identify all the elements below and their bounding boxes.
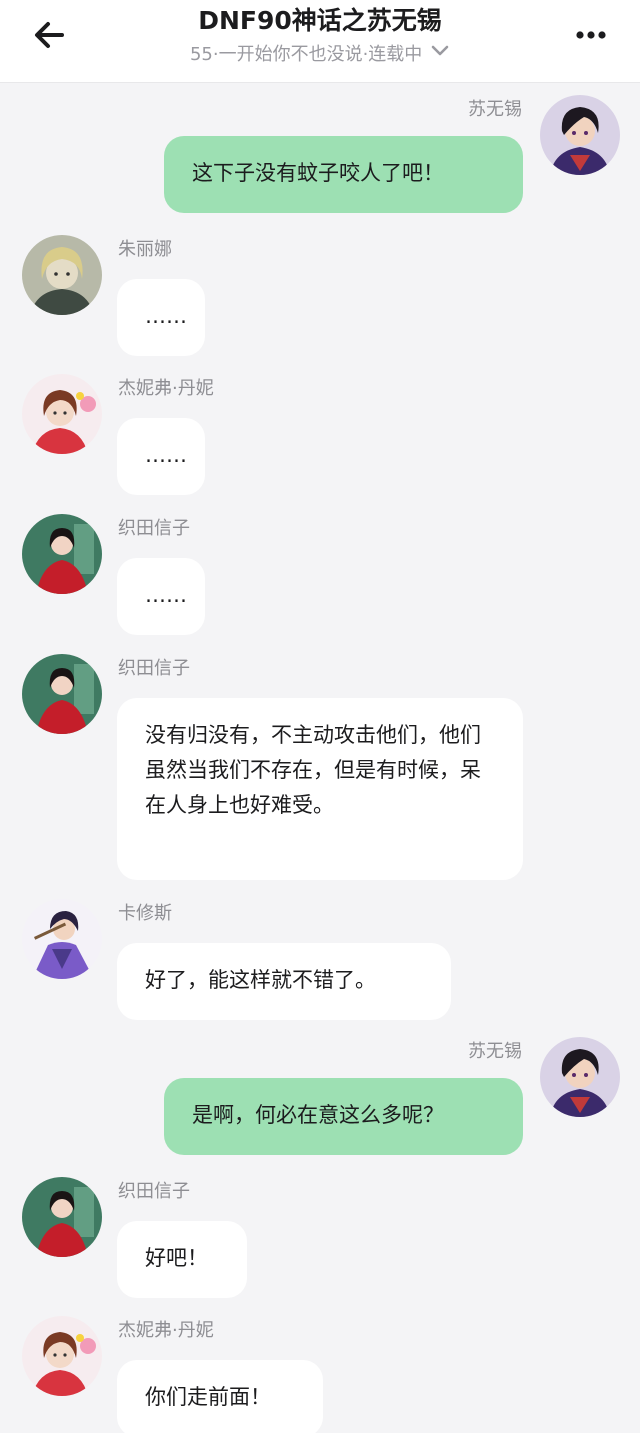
avatar-nobuko[interactable] xyxy=(22,1177,102,1257)
avatar-suwuxi[interactable] xyxy=(540,1037,620,1117)
message-item: 织田信子 没有归没有，不主动攻击他们，他们虽然当我们不存在，但是有时候，呆在人身… xyxy=(0,654,640,880)
avatar-zhulina[interactable] xyxy=(22,235,102,315)
message-bubble[interactable]: …… xyxy=(117,279,205,356)
message-bubble[interactable]: 是啊，何必在意这么多呢？ xyxy=(164,1078,523,1155)
message-item: 杰妮弗·丹妮 …… xyxy=(0,374,640,499)
more-dots-icon xyxy=(576,31,606,39)
sender-name: 织田信子 xyxy=(118,518,190,539)
message-bubble[interactable]: 没有归没有，不主动攻击他们，他们虽然当我们不存在，但是有时候，呆在人身上也好难受… xyxy=(117,698,523,880)
avatar-jennifer[interactable] xyxy=(22,374,102,454)
more-options-button[interactable] xyxy=(572,20,612,50)
message-bubble[interactable]: 好了，能这样就不错了。 xyxy=(117,943,451,1020)
message-item: 苏无锡 这下子没有蚊子咬人了吧！ xyxy=(0,83,640,223)
message-bubble[interactable]: 这下子没有蚊子咬人了吧！ xyxy=(164,136,523,213)
page-title: DNF90神话之苏无锡 xyxy=(198,6,442,35)
avatar-jennifer[interactable] xyxy=(22,1316,102,1396)
sender-name: 苏无锡 xyxy=(468,99,522,120)
top-bar: DNF90神话之苏无锡 55·一开始你不也没说·连载中 xyxy=(0,0,640,83)
sender-name: 杰妮弗·丹妮 xyxy=(118,378,214,399)
avatar-nobuko[interactable] xyxy=(22,654,102,734)
sender-name: 杰妮弗·丹妮 xyxy=(118,1320,214,1341)
message-item: 织田信子 …… xyxy=(0,514,640,639)
avatar-cassius[interactable] xyxy=(22,899,102,979)
message-bubble[interactable]: 好吧！ xyxy=(117,1221,247,1298)
chapter-selector[interactable]: 55·一开始你不也没说·连载中 xyxy=(0,42,640,68)
sender-name: 织田信子 xyxy=(118,658,190,679)
sender-name: 苏无锡 xyxy=(468,1041,522,1062)
message-item: 织田信子 好吧！ xyxy=(0,1177,640,1302)
message-bubble[interactable]: …… xyxy=(117,418,205,495)
chevron-down-icon xyxy=(430,40,450,66)
message-bubble[interactable]: 你们走前面！ xyxy=(117,1360,323,1433)
message-item: 卡修斯 好了，能这样就不错了。 xyxy=(0,899,640,1024)
sender-name: 朱丽娜 xyxy=(118,239,172,260)
message-item: 杰妮弗·丹妮 你们走前面！ xyxy=(0,1316,640,1433)
avatar-suwuxi[interactable] xyxy=(540,95,620,175)
sender-name: 卡修斯 xyxy=(118,903,172,924)
message-item: 苏无锡 是啊，何必在意这么多呢？ xyxy=(0,1025,640,1165)
avatar-nobuko[interactable] xyxy=(22,514,102,594)
chapter-label: 55·一开始你不也没说·连载中 xyxy=(189,44,423,65)
chat-screen: DNF90神话之苏无锡 55·一开始你不也没说·连载中 苏无锡 这下子没有蚊子咬… xyxy=(0,0,640,1433)
message-item: 朱丽娜 …… xyxy=(0,235,640,360)
sender-name: 织田信子 xyxy=(118,1181,190,1202)
message-bubble[interactable]: …… xyxy=(117,558,205,635)
